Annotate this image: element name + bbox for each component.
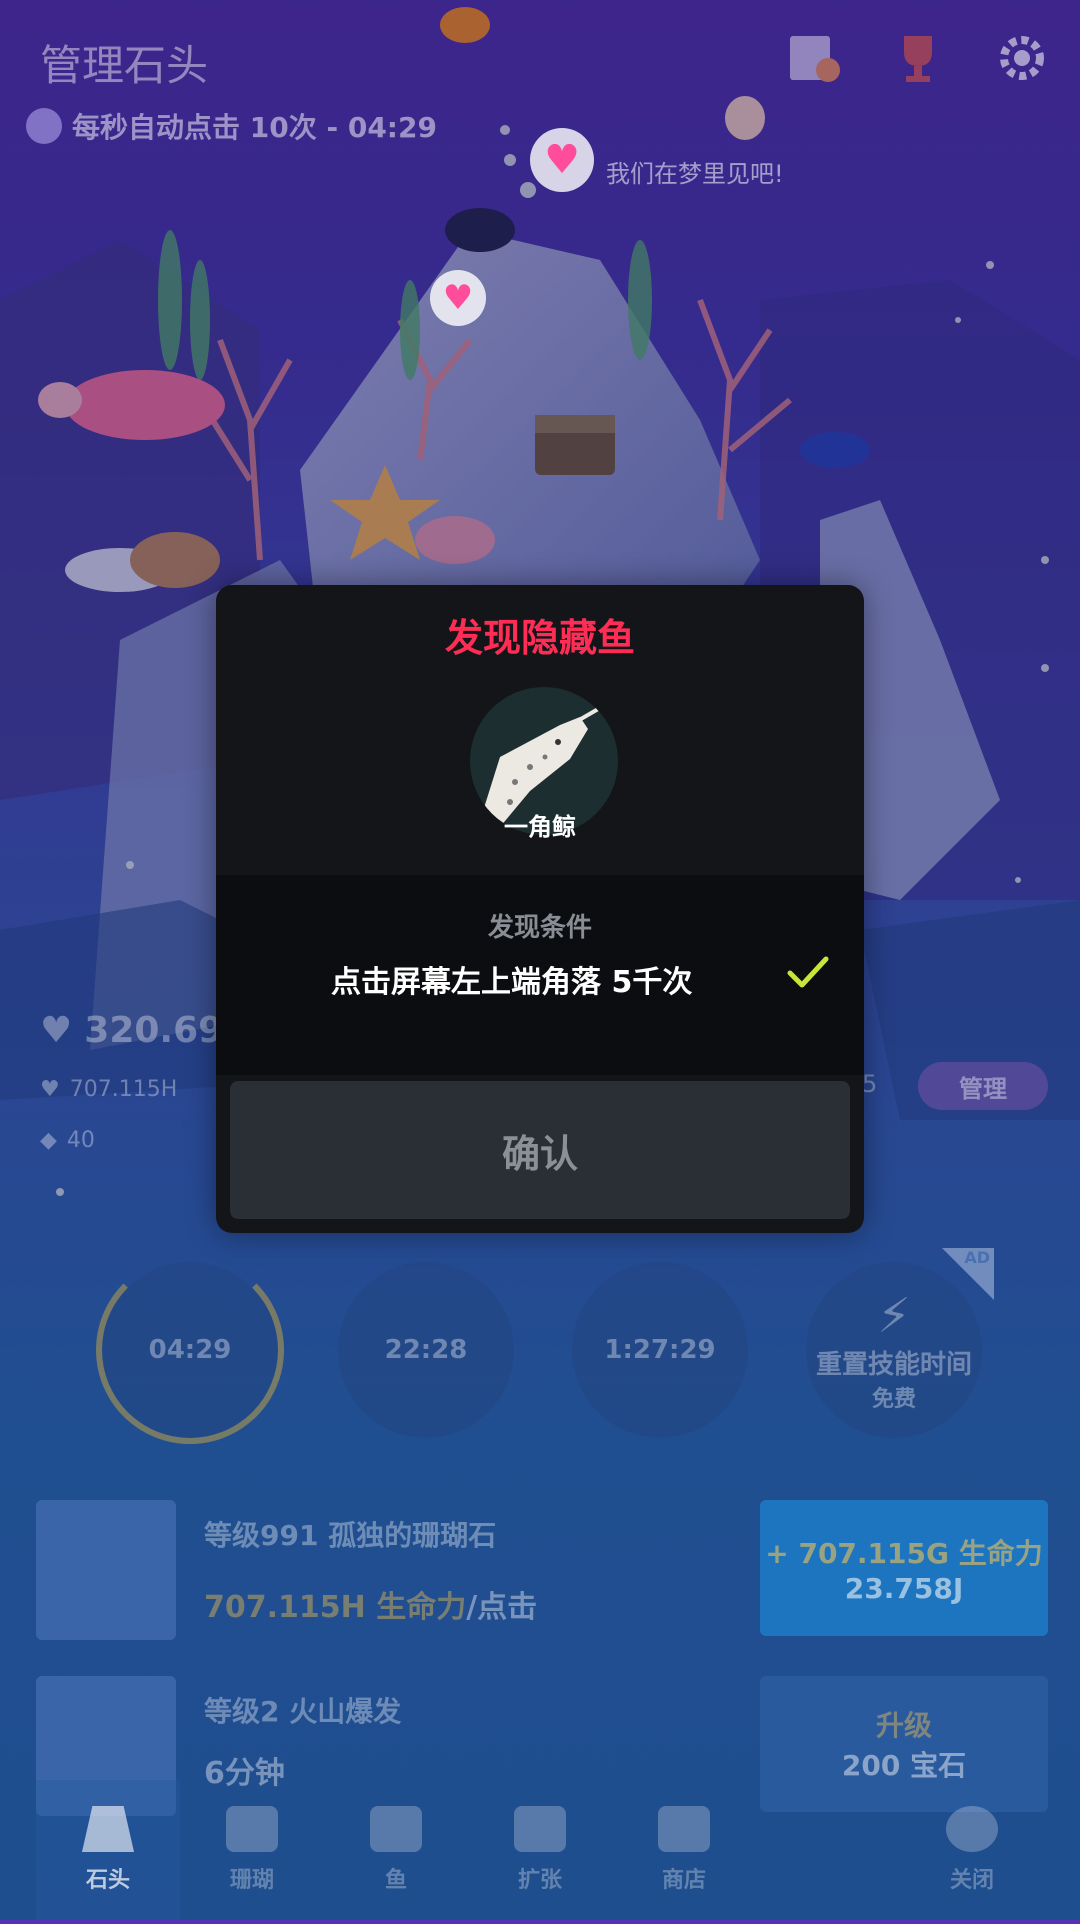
coral-icon [226, 1806, 278, 1852]
upgrade-value-suffix: /点击 [466, 1590, 538, 1625]
auto-click-icon [26, 108, 62, 144]
tab-label: 鱼 [384, 1868, 407, 1893]
auto-click-text: 每秒自动点击 10次 - 04:29 [72, 111, 437, 144]
upgrade-name: 等级991 孤独的珊瑚石 [204, 1519, 497, 1552]
page-title: 管理石头 [40, 41, 209, 90]
trophy-icon[interactable] [890, 30, 946, 86]
stone-thumbnail [36, 1500, 176, 1640]
heart-bubble-icon[interactable]: ♥ [430, 270, 486, 326]
skill-2[interactable]: 22:28 [338, 1262, 514, 1438]
tap-heart-icon: ♥ [40, 1077, 60, 1102]
tab-label: 关闭 [949, 1868, 994, 1893]
gem-value: 40 [66, 1128, 95, 1153]
skill-timer: 22:28 [384, 1335, 468, 1365]
stat-right-value: 5 [862, 1070, 878, 1098]
upgrade-name: 等级2 火山爆发 [204, 1695, 402, 1728]
upgrade-button-cost: 23.758J [844, 1571, 964, 1605]
lightning-icon: ⚡ [877, 1287, 911, 1344]
tab-stone[interactable]: 石头 [36, 1780, 180, 1920]
skill-reset-sub: 免费 [871, 1386, 916, 1412]
tab-fish[interactable]: 鱼 [324, 1780, 468, 1920]
tab-shop[interactable]: 商店 [612, 1780, 756, 1920]
heart-bubble-icon[interactable]: ♥ [530, 128, 594, 192]
bottom-nav: 石头 珊瑚 鱼 扩张 商店 关闭 [0, 1780, 1080, 1920]
stone-icon [82, 1806, 134, 1852]
header-icons [786, 30, 1050, 86]
condition-label: 发现条件 [487, 913, 592, 943]
upgrade-row-stone: 等级991 孤独的珊瑚石 707.115H 生命力/点击 + 707.115G … [36, 1500, 1048, 1640]
photo-album-icon[interactable] [786, 30, 842, 86]
upgrade-value: 707.115H 生命力/点击 [204, 1582, 537, 1626]
skill-timer: 1:27:29 [604, 1335, 716, 1365]
auto-click-status: 每秒自动点击 10次 - 04:29 [26, 106, 437, 146]
expand-icon [514, 1806, 566, 1852]
upgrade-stone-button[interactable]: + 707.115G 生命力 23.758J [760, 1500, 1048, 1636]
life-total: ♥ 320.69 [40, 1010, 223, 1051]
heart-icon: ♥ [40, 1010, 73, 1051]
skill-reset-button[interactable]: ⚡ 重置技能时间 免费 [806, 1262, 982, 1438]
skill-3[interactable]: 1:27:29 [572, 1262, 748, 1438]
cart-icon [658, 1806, 710, 1852]
skill-auto-click[interactable]: 04:29 [96, 1256, 284, 1444]
upgrade-value-text: 707.115H 生命力 [204, 1590, 467, 1625]
upgrade-button-gain: + 707.115G 生命力 [765, 1536, 1043, 1570]
dialog-title: 发现隐藏鱼 [444, 616, 635, 660]
tab-close[interactable]: 关闭 [900, 1780, 1044, 1920]
tab-expand[interactable]: 扩张 [468, 1780, 612, 1920]
manage-button[interactable]: 管理 [918, 1062, 1048, 1110]
confirm-button[interactable]: 确认 [230, 1081, 850, 1219]
tab-label: 扩张 [517, 1868, 562, 1893]
skill-reset-label: 重置技能时间 [815, 1349, 972, 1380]
per-tap: ♥ 707.115H [40, 1077, 223, 1102]
life-value: 320.69 [84, 1010, 224, 1051]
hidden-fish-dialog: 发现隐藏鱼 一角鲸 发现条件 点击屏幕左上端角落 5千次 确认 [216, 585, 864, 1233]
gem-icon: ◆ [40, 1128, 57, 1153]
tab-label: 石头 [85, 1868, 130, 1893]
fish-speech: 我们在梦里见吧! [606, 160, 784, 188]
close-down-icon [946, 1806, 998, 1852]
skill-timer-ring [96, 1256, 284, 1444]
check-icon [786, 955, 830, 995]
gear-icon[interactable] [994, 30, 1050, 86]
condition-text: 点击屏幕左上端角落 5千次 [331, 965, 693, 1000]
upgrade-button-label: 升级 [875, 1709, 932, 1742]
fish-name: 一角鲸 [504, 813, 576, 841]
tab-label: 珊瑚 [229, 1868, 274, 1893]
condition-panel: 发现条件 点击屏幕左上端角落 5千次 [216, 875, 864, 1075]
stats-panel: ♥ 320.69 ♥ 707.115H ◆ 40 [40, 1010, 223, 1153]
tab-label: 商店 [661, 1868, 706, 1893]
fish-icon [370, 1806, 422, 1852]
per-tap-value: 707.115H [69, 1077, 178, 1102]
tab-coral[interactable]: 珊瑚 [180, 1780, 324, 1920]
upgrade-button-cost: 200 宝石 [841, 1749, 967, 1782]
gem-count: ◆ 40 [40, 1128, 223, 1153]
